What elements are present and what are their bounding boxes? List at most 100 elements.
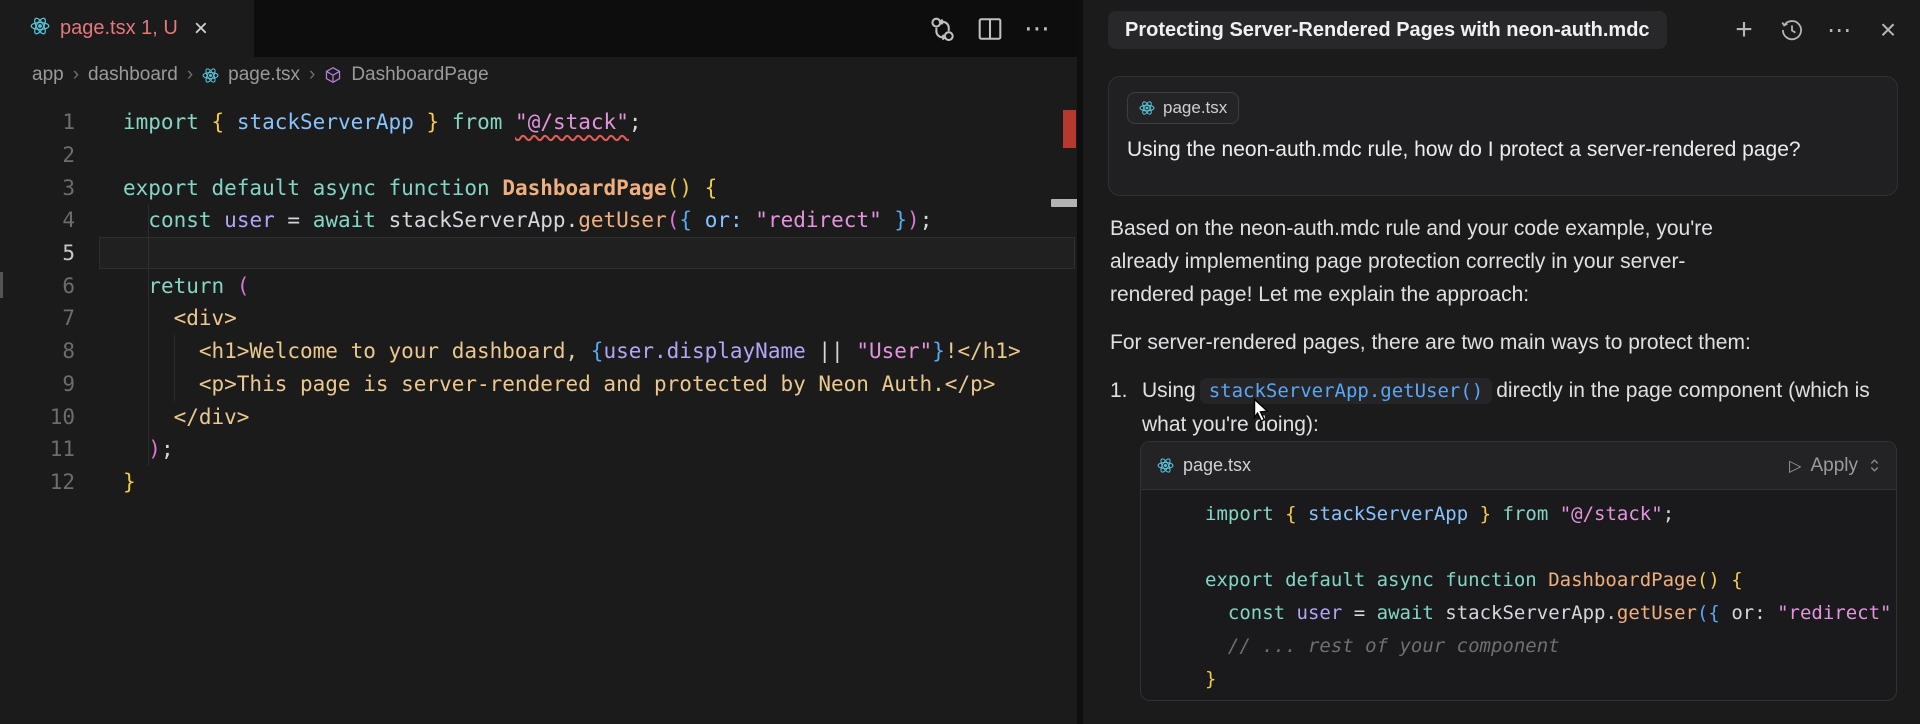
breadcrumb-file[interactable]: page.tsx [228,64,300,86]
code-token: } [1205,668,1216,690]
code-line[interactable]: 7 <div> [0,302,1077,335]
code-token [1491,503,1502,525]
overview-ruler-cursor-marker[interactable] [1051,199,1079,207]
code-block-card: page.tsx ▷ Apply import { stackServerApp… [1140,441,1897,701]
code-token: getUser [578,208,667,232]
code-token [1297,503,1308,525]
code-token: const [1228,602,1285,624]
code-block-content[interactable]: import { stackServerApp } from "@/stack"… [1141,490,1896,701]
activity-bar-notch [0,272,3,298]
code-line[interactable]: 10 </div> [0,400,1077,433]
code-token [1468,503,1479,525]
code-token: return [148,274,224,298]
breadcrumb-dashboard[interactable]: dashboard [88,64,178,86]
code-token [882,208,895,232]
code-line-content: <div> [123,306,237,330]
code-line[interactable]: 2 [0,139,1077,172]
code-token: or: [1720,602,1777,624]
tab-close-icon[interactable]: × [194,17,208,41]
code-line[interactable]: 5 [0,237,1077,270]
code-token [1891,602,1896,624]
code-token [692,208,705,232]
open-changes-icon[interactable] [925,12,959,46]
chat-title[interactable]: Protecting Server-Rendered Pages with ne… [1108,11,1667,49]
line-number: 4 [0,208,75,232]
code-line-content: return ( [123,274,249,298]
code-line[interactable]: 6 return ( [0,269,1077,302]
code-line-content: import { stackServerApp } from "@/stack"… [1205,503,1674,525]
editor-toolbar: ⋯ [925,0,1055,57]
code-token: || [806,339,857,363]
code-line[interactable]: export default async function DashboardP… [1157,563,1896,596]
chat-pane: Protecting Server-Rendered Pages with ne… [1083,0,1920,724]
breadcrumb-app[interactable]: app [32,64,64,86]
chevron-up-down-icon[interactable] [1867,457,1882,474]
line-number: 2 [0,143,75,167]
code-token: stackServerApp [1308,503,1468,525]
code-token: DashboardPage [1548,569,1697,591]
code-line[interactable]: 3export default async function Dashboard… [0,171,1077,204]
code-token: { [1731,569,1742,591]
code-line-content: const user = await stackServerApp.getUse… [123,208,932,232]
code-token: ( [1697,602,1708,624]
code-line[interactable]: const user = await stackServerApp.getUse… [1157,596,1896,629]
code-token [123,274,148,298]
code-line[interactable]: 11 ); [0,433,1077,466]
code-line[interactable]: // ... rest of your component [1157,629,1896,662]
code-line-content: } [123,470,136,494]
code-token: // ... rest of your component [1205,635,1560,657]
code-line[interactable]: 9 <p>This page is server-rendered and pr… [0,368,1077,401]
line-number: 8 [0,339,75,363]
code-token [123,437,148,461]
editor-pane: page.tsx 1, U × [0,0,1077,724]
code-token: ( [667,208,680,232]
answer-text-line: rendered page! Let me explain the approa… [1110,278,1880,311]
line-number: 7 [0,306,75,330]
code-token: } [894,208,907,232]
answer-text-line: Based on the neon-auth.mdc rule and your… [1110,212,1880,245]
code-line[interactable]: } [1157,662,1896,695]
code-token: "redirect" [1777,602,1891,624]
new-chat-icon[interactable]: + [1726,12,1762,48]
editor-code[interactable]: 1import { stackServerApp } from "@/stack… [0,106,1077,498]
code-token: } [123,470,136,494]
inline-code[interactable]: stackServerApp.getUser() [1200,378,1493,404]
code-token: ) [907,208,920,232]
code-line[interactable]: 12} [0,466,1077,499]
code-token: <h1>Welcome to your dashboard, [123,339,591,363]
code-token: from [452,110,503,134]
code-line[interactable] [1157,530,1896,563]
code-token [743,208,756,232]
code-token [1434,602,1445,624]
tab-page-tsx[interactable]: page.tsx 1, U × [0,0,254,57]
answer-paragraph-1: Based on the neon-auth.mdc rule and your… [1110,212,1880,311]
code-line[interactable]: import { stackServerApp } from "@/stack"… [1157,497,1896,530]
code-token: { [591,339,604,363]
code-token: { [1285,503,1296,525]
apply-button[interactable]: ▷ Apply [1789,455,1882,477]
code-token: "User" [856,339,932,363]
line-number: 3 [0,176,75,200]
code-token: stackServerApp. [1445,602,1617,624]
code-line[interactable]: 4 const user = await stackServerApp.getU… [0,204,1077,237]
code-line[interactable]: 1import { stackServerApp } from "@/stack… [0,106,1077,139]
react-icon [1157,457,1174,474]
breadcrumb-symbol[interactable]: DashboardPage [351,64,488,86]
editor-more-actions-icon[interactable]: ⋯ [1021,12,1055,46]
play-icon: ▷ [1789,456,1801,476]
code-token: export default async function [1205,569,1537,591]
code-token [376,208,389,232]
code-token [199,110,212,134]
code-token [490,176,503,200]
code-line[interactable]: 8 <h1>Welcome to your dashboard, {user.d… [0,335,1077,368]
code-token: stackServerApp. [389,208,579,232]
chat-close-icon[interactable]: × [1870,12,1906,48]
chat-more-icon[interactable]: ⋯ [1822,12,1858,48]
namespace-icon [324,66,342,84]
history-icon[interactable] [1774,12,1810,48]
attached-file-chip[interactable]: page.tsx [1127,92,1239,124]
tab-label: page.tsx 1, U [60,17,178,40]
app-window: page.tsx 1, U × [0,0,1920,724]
code-token: "@/stack" [515,110,629,134]
split-editor-icon[interactable] [973,12,1007,46]
